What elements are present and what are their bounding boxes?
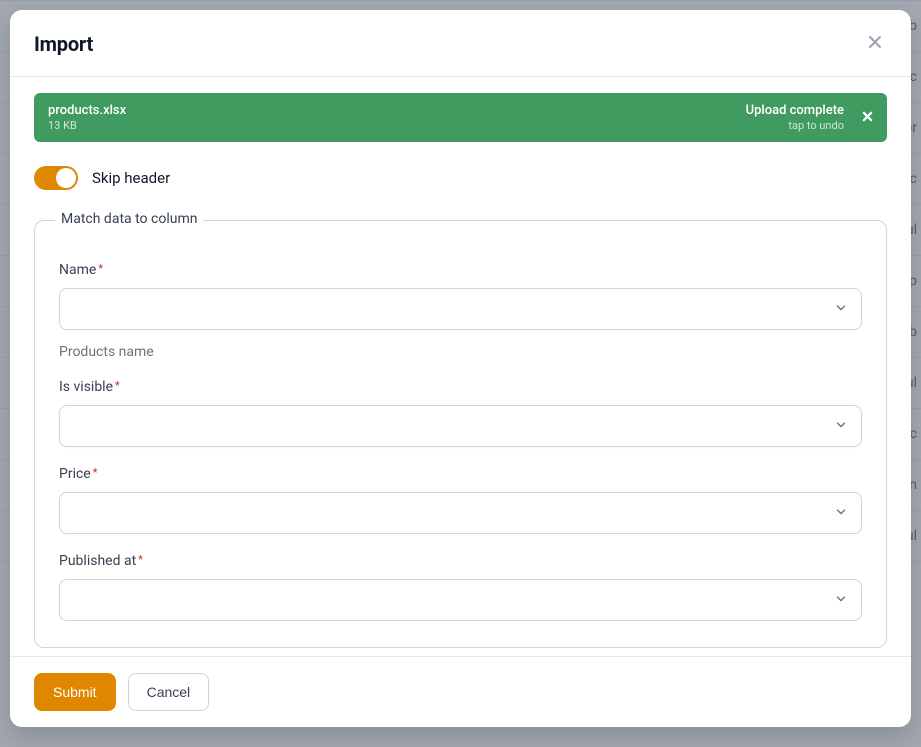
required-mark: *	[98, 262, 103, 275]
dismiss-icon	[862, 109, 873, 126]
skip-header-label: Skip header	[92, 169, 170, 187]
submit-button[interactable]: Submit	[34, 673, 116, 711]
published-at-label: Published at*	[59, 553, 143, 569]
modal-header: Import	[10, 10, 911, 77]
upload-undo-label[interactable]: tap to undo	[788, 119, 844, 133]
required-mark: *	[115, 379, 120, 392]
field-price: Price*	[59, 463, 862, 534]
is-visible-select-wrap	[59, 405, 862, 447]
field-is-visible: Is visible*	[59, 376, 862, 447]
field-published-at: Published at*	[59, 550, 862, 621]
close-icon	[867, 34, 883, 54]
upload-complete-label: Upload complete	[746, 103, 844, 119]
required-mark: *	[93, 466, 98, 479]
modal-footer: Submit Cancel	[10, 656, 911, 727]
price-select-wrap	[59, 492, 862, 534]
required-mark: *	[138, 553, 143, 566]
toggle-knob	[56, 168, 76, 188]
upload-right: Upload complete tap to undo	[746, 103, 873, 133]
modal-title: Import	[34, 32, 93, 56]
field-name: Name* Products name	[59, 259, 862, 360]
name-label-text: Name	[59, 262, 96, 278]
close-button[interactable]	[863, 32, 887, 56]
is-visible-select[interactable]	[59, 405, 862, 447]
upload-status-bar: products.xlsx 13 KB Upload complete tap …	[34, 93, 887, 142]
price-label-text: Price	[59, 466, 91, 482]
price-label: Price*	[59, 466, 97, 482]
skip-header-row: Skip header	[34, 166, 887, 190]
published-at-select[interactable]	[59, 579, 862, 621]
name-select-wrap	[59, 288, 862, 330]
upload-file-info: products.xlsx 13 KB	[48, 103, 126, 133]
skip-header-toggle[interactable]	[34, 166, 78, 190]
name-select[interactable]	[59, 288, 862, 330]
modal-body: products.xlsx 13 KB Upload complete tap …	[10, 77, 911, 656]
price-select[interactable]	[59, 492, 862, 534]
upload-filename: products.xlsx	[48, 103, 126, 119]
upload-dismiss-button[interactable]	[862, 110, 873, 126]
published-at-label-text: Published at	[59, 553, 136, 569]
match-columns-fieldset: Match data to column Name* Products name…	[34, 220, 887, 648]
name-label: Name*	[59, 262, 103, 278]
fieldset-legend: Match data to column	[55, 211, 203, 227]
is-visible-label-text: Is visible	[59, 379, 113, 395]
cancel-button[interactable]: Cancel	[128, 673, 210, 711]
upload-size: 13 KB	[48, 119, 126, 133]
name-hint: Products name	[59, 344, 862, 360]
is-visible-label: Is visible*	[59, 379, 120, 395]
published-at-select-wrap	[59, 579, 862, 621]
upload-status: Upload complete tap to undo	[746, 103, 844, 133]
import-modal: Import products.xlsx 13 KB Upload comple…	[10, 10, 911, 727]
